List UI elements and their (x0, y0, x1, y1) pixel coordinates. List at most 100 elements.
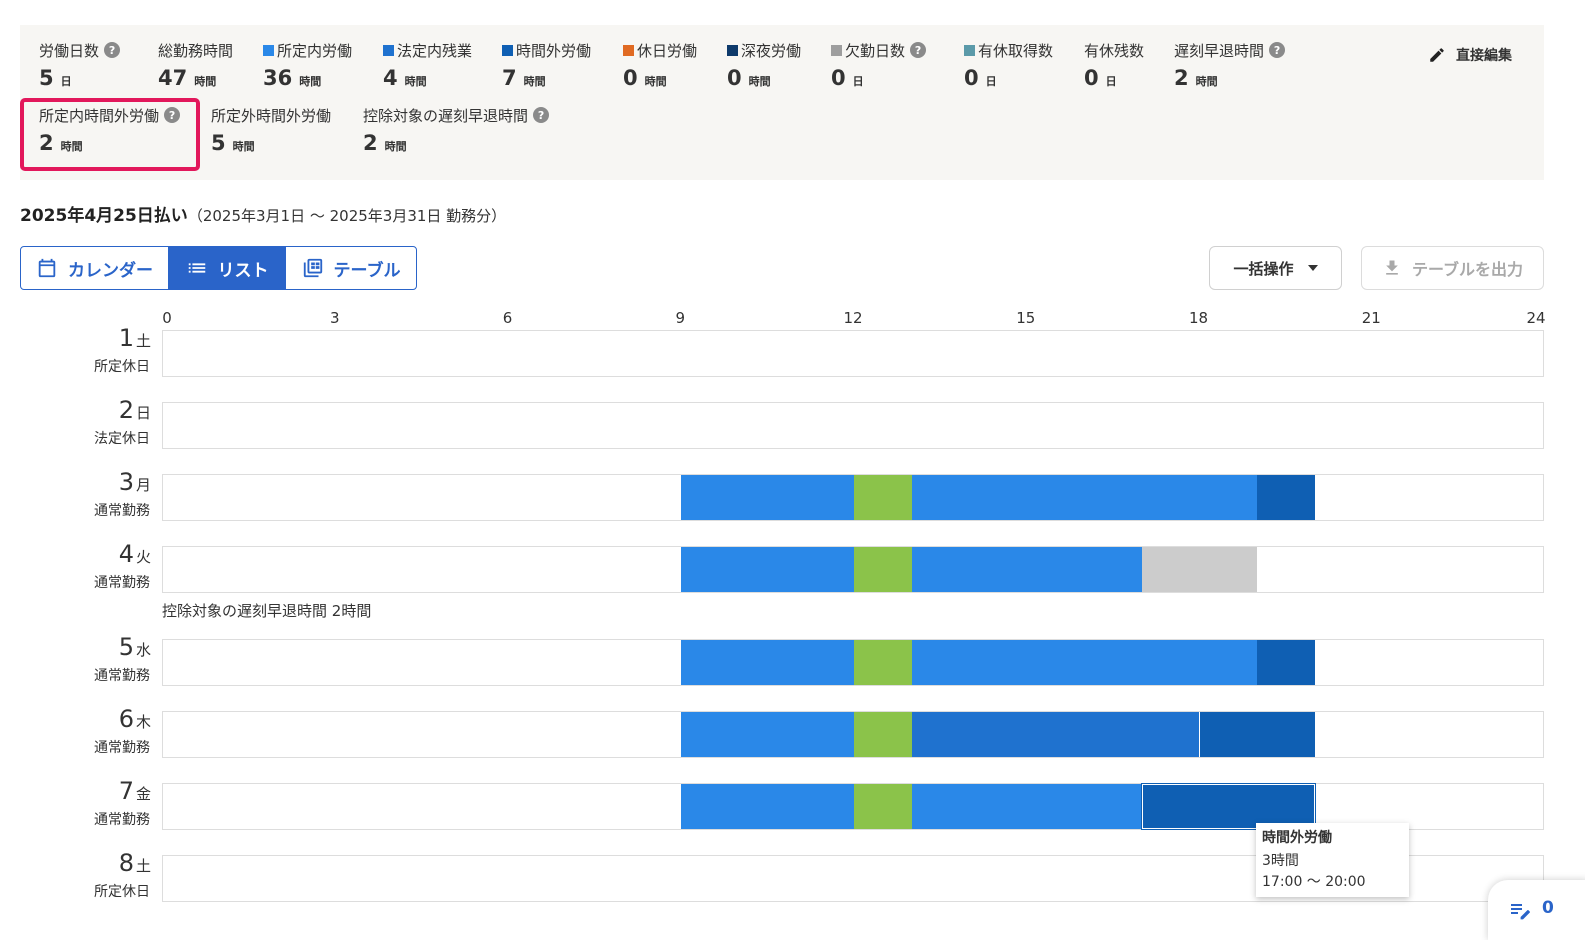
day-number: 7金 (119, 777, 151, 805)
day-row: 5 水通常勤務 (0, 633, 1585, 687)
stat-unit: 日 (852, 75, 864, 88)
hour-tick-label: 18 (1188, 309, 1209, 327)
export-table-button[interactable]: テーブルを出力 (1361, 246, 1544, 290)
timeline-segment-regular[interactable] (681, 784, 854, 829)
timeline-segment-legal-overtime[interactable] (911, 712, 1200, 757)
day-timeline-track[interactable] (162, 330, 1544, 377)
calendar-view-button[interactable]: カレンダー (21, 247, 169, 289)
timeline-segment-regular[interactable] (911, 547, 1142, 592)
timeline-segment-break[interactable] (854, 712, 912, 757)
caret-down-icon (1307, 265, 1318, 271)
day-date: 1 (118, 324, 134, 352)
stat-label-row: 所定内労働 (263, 40, 352, 60)
legend-swatch (383, 44, 394, 56)
stat-label-row: 法定内残業 (383, 40, 472, 60)
payday-range: （2025年3月1日 〜 2025年3月31日 勤務分） (187, 207, 507, 225)
day-type: 通常勤務 (94, 575, 150, 591)
stat-unit: 時間 (523, 75, 546, 88)
legend-swatch (964, 44, 975, 56)
timeline-segment-regular[interactable] (681, 475, 854, 520)
day-date: 5 (118, 633, 134, 661)
help-icon[interactable]: ? (1269, 42, 1286, 58)
day-of-week: 月 (135, 476, 151, 494)
list-view-button[interactable]: リスト (169, 247, 285, 289)
stat-label: 総勤務時間 (158, 41, 234, 60)
hour-axis: 0 3 6 9 12 15 18 21 24 (0, 309, 1585, 329)
day-timeline-track[interactable] (162, 402, 1544, 449)
stat-label-row: 時間外労働 (502, 40, 591, 60)
day-type: 通常勤務 (94, 668, 150, 684)
list-view-label: リスト (217, 260, 269, 281)
timeline-segment-break[interactable] (854, 475, 912, 520)
bulk-action-dropdown[interactable]: 一括操作 (1209, 246, 1342, 290)
timeline-segment-break[interactable] (854, 547, 912, 592)
help-icon[interactable]: ? (533, 107, 550, 123)
view-toggle: カレンダー リスト テーブル (20, 246, 417, 290)
stat-unit: 日 (60, 75, 72, 88)
timeline-segment-early-leave[interactable] (1141, 547, 1258, 592)
stat-value-row: 0 時間 (727, 66, 801, 90)
day-timeline-track[interactable] (162, 711, 1544, 758)
stat-unit: 時間 (748, 75, 771, 88)
stat-label-row: 遅刻早退時間? (1174, 40, 1286, 60)
stat-label: 時間外労働 (516, 41, 592, 60)
timeline-segment-regular[interactable] (681, 712, 854, 757)
timeline-segment-regular[interactable] (911, 640, 1258, 685)
stat-value-row: 0日 (831, 66, 926, 90)
timeline-segment-break[interactable] (854, 640, 912, 685)
stat-unit: 日 (1105, 75, 1117, 88)
calendar-view-label: カレンダー (68, 260, 153, 281)
legend-swatch (263, 44, 274, 56)
stat-value-row: 2 時間 (1174, 66, 1285, 90)
stat-unit: 日 (985, 75, 997, 88)
day-row: 3 月通常勤務 (0, 468, 1585, 522)
timeline-segment-regular[interactable] (681, 547, 854, 592)
day-timeline-track[interactable] (162, 474, 1544, 521)
stat-item: 所定内労働 36 時間 (263, 40, 352, 90)
day-timeline-track[interactable] (162, 546, 1544, 593)
stat-label-row: 控除対象の遅刻早退時間? (363, 105, 550, 125)
stat-label-row: 有休取得数 (964, 40, 1053, 60)
stat-value: 0 (831, 66, 846, 90)
timeline-segment-break[interactable] (854, 784, 912, 829)
day-date: 2 (118, 396, 134, 424)
list-icon (188, 263, 205, 273)
help-icon[interactable]: ? (104, 42, 121, 58)
table-view-button[interactable]: テーブル (285, 247, 416, 289)
direct-edit-button[interactable]: 直接編集 (1428, 45, 1512, 65)
stat-value: 7 (502, 66, 517, 90)
day-row: 4 火通常勤務 控除対象の遅刻早退時間 2時間 (0, 540, 1585, 620)
day-number: 4火 (119, 540, 151, 568)
timeline-segment-regular[interactable] (911, 475, 1258, 520)
stat-label-row: 欠勤日数? (831, 40, 927, 60)
timeline-segment-overtime[interactable] (1199, 712, 1315, 757)
stat-item: 所定外時間外労働 5 時間 (211, 105, 331, 156)
timeline-segment-overtime[interactable] (1257, 475, 1315, 520)
stat-label: 遅刻早退時間 (1174, 41, 1265, 60)
day-row: 2 日法定休日 (0, 396, 1585, 450)
stat-unit: 時間 (232, 140, 255, 153)
timeline-segment-overtime[interactable] (1257, 640, 1315, 685)
stat-unit: 時間 (194, 75, 217, 88)
stat-value-row: 7 時間 (502, 66, 591, 90)
help-icon[interactable]: ? (910, 42, 927, 58)
day-type: 通常勤務 (94, 503, 150, 519)
highlight-box (20, 98, 200, 171)
timeline-segment-regular[interactable] (911, 784, 1142, 829)
stat-label-row: 有休残数 (1084, 40, 1144, 60)
day-type: 法定休日 (94, 431, 150, 447)
stat-label-row: 深夜労働 (727, 40, 801, 60)
timeline-segment-regular[interactable] (681, 640, 854, 685)
direct-edit-label: 直接編集 (1456, 48, 1512, 64)
floating-edit-button[interactable]: 0 (1488, 880, 1585, 940)
stat-item: 深夜労働 0 時間 (727, 40, 801, 90)
stat-value-row: 0日 (1084, 66, 1144, 90)
day-timeline-track[interactable] (162, 639, 1544, 686)
day-date: 4 (118, 540, 134, 568)
legend-swatch (623, 44, 634, 56)
day-number: 1土 (119, 324, 151, 352)
stat-item: 労働日数? 5 日 (39, 40, 121, 90)
stat-value: 0 (1084, 66, 1099, 90)
stat-item: 有休残数 0 日 (1084, 40, 1144, 91)
stat-value-row: 2 時間 (363, 131, 549, 155)
